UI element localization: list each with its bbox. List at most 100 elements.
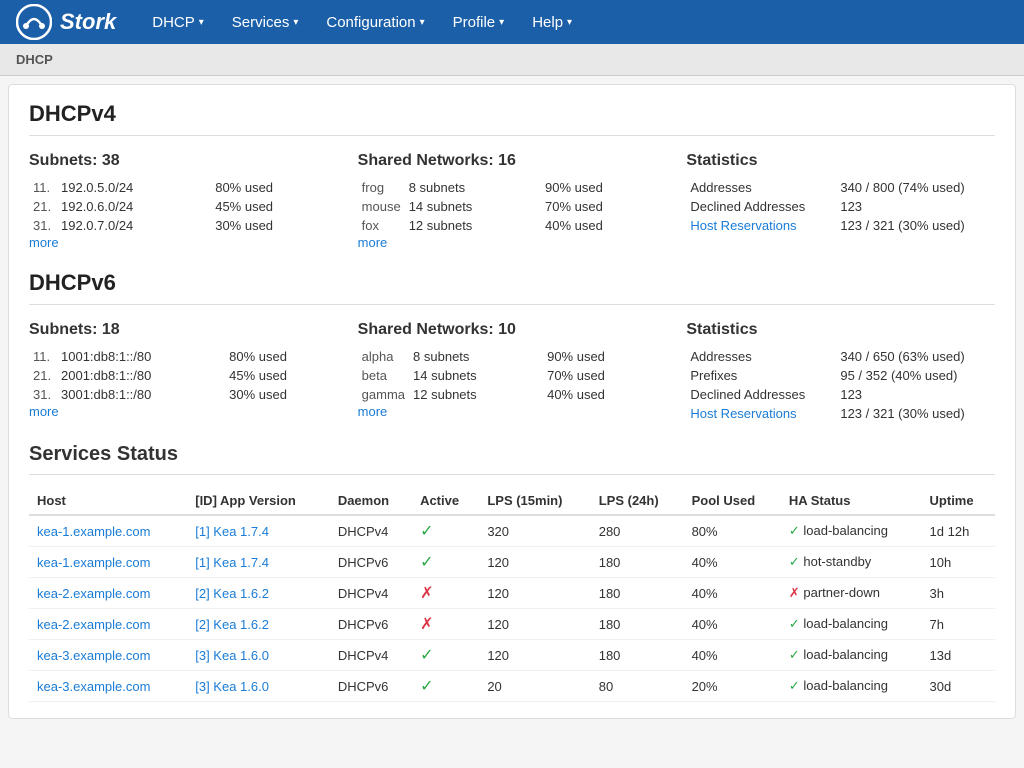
service-app[interactable]: [3] Kea 1.6.0 — [187, 640, 330, 671]
network-name: mouse — [358, 197, 405, 216]
service-lps15: 120 — [479, 609, 590, 640]
service-daemon: DHCPv6 — [330, 671, 412, 702]
service-ha-status: ✗ partner-down — [781, 578, 922, 609]
dhcpv6-title: DHCPv6 — [29, 270, 995, 305]
service-pool: 40% — [684, 609, 781, 640]
column-header: Active — [412, 487, 479, 515]
service-app[interactable]: [2] Kea 1.6.2 — [187, 609, 330, 640]
network-subnets: 14 subnets — [405, 197, 541, 216]
service-ha-status: ✓ load-balancing — [781, 671, 922, 702]
stat-name[interactable]: Host Reservations — [686, 404, 836, 423]
help-chevron-icon: ▾ — [567, 17, 572, 28]
service-host[interactable]: kea-3.example.com — [29, 671, 187, 702]
service-app[interactable]: [2] Kea 1.6.2 — [187, 578, 330, 609]
service-host[interactable]: kea-2.example.com — [29, 609, 187, 640]
table-row: Addresses340 / 800 (74% used) — [686, 178, 995, 197]
column-header: Pool Used — [684, 487, 781, 515]
table-row: fox12 subnets40% used — [358, 216, 667, 235]
service-host[interactable]: kea-1.example.com — [29, 547, 187, 578]
dhcpv6-subnets-more[interactable]: more — [29, 404, 338, 419]
stat-name: Addresses — [686, 347, 836, 366]
active-check-icon: ✓ — [420, 647, 433, 664]
service-lps24: 280 — [591, 515, 684, 547]
stat-name: Declined Addresses — [686, 385, 836, 404]
nav-menu: DHCP ▾ Services ▾ Configuration ▾ Profil… — [140, 6, 584, 39]
service-host[interactable]: kea-3.example.com — [29, 640, 187, 671]
service-active: ✗ — [412, 609, 479, 640]
table-row: 21.2001:db8:1::/8045% used — [29, 366, 338, 385]
nav-profile[interactable]: Profile ▾ — [441, 6, 517, 39]
services-chevron-icon: ▾ — [293, 17, 298, 28]
service-uptime: 1d 12h — [922, 515, 995, 547]
service-pool: 80% — [684, 515, 781, 547]
stat-name: Addresses — [686, 178, 836, 197]
dhcpv4-subnets-table: 11.192.0.5.0/2480% used21.192.0.6.0/2445… — [29, 178, 338, 235]
dhcpv6-stats-col: Statistics Addresses340 / 650 (63% used)… — [686, 321, 995, 423]
service-app[interactable]: [3] Kea 1.6.0 — [187, 671, 330, 702]
service-host[interactable]: kea-1.example.com — [29, 515, 187, 547]
network-subnets: 8 subnets — [409, 347, 543, 366]
services-section: Services Status Host[ID] App VersionDaem… — [29, 443, 995, 702]
network-usage: 40% used — [541, 216, 666, 235]
stat-value: 123 — [836, 385, 995, 404]
active-check-icon: ✓ — [420, 554, 433, 571]
service-daemon: DHCPv4 — [330, 640, 412, 671]
stat-value: 95 / 352 (40% used) — [836, 366, 995, 385]
dhcp-chevron-icon: ▾ — [199, 17, 204, 28]
ha-ok-icon: ✓ — [789, 647, 800, 662]
subnet-address: 192.0.5.0/24 — [57, 178, 211, 197]
service-pool: 40% — [684, 547, 781, 578]
dhcpv6-section: DHCPv6 Subnets: 18 11.1001:db8:1::/8080%… — [29, 270, 995, 423]
dhcpv4-stats-title: Statistics — [686, 152, 995, 170]
stat-name[interactable]: Host Reservations — [686, 216, 836, 235]
service-ha-status: ✓ load-balancing — [781, 515, 922, 547]
active-check-icon: ✓ — [420, 678, 433, 695]
service-lps24: 180 — [591, 547, 684, 578]
dhcpv4-subnets-more[interactable]: more — [29, 235, 338, 250]
dhcpv6-columns: Subnets: 18 11.1001:db8:1::/8080% used21… — [29, 321, 995, 423]
service-pool: 40% — [684, 578, 781, 609]
breadcrumb: DHCP — [0, 44, 1024, 76]
dhcpv6-networks-table: alpha8 subnets90% usedbeta14 subnets70% … — [358, 347, 667, 404]
service-uptime: 30d — [922, 671, 995, 702]
service-daemon: DHCPv4 — [330, 578, 412, 609]
table-row: kea-2.example.com [2] Kea 1.6.2 DHCPv6 ✗… — [29, 609, 995, 640]
dhcpv4-networks-more[interactable]: more — [358, 235, 667, 250]
nav-services[interactable]: Services ▾ — [220, 6, 311, 39]
table-row: 11.192.0.5.0/2480% used — [29, 178, 338, 197]
nav-dhcp[interactable]: DHCP ▾ — [140, 6, 216, 39]
service-lps24: 180 — [591, 609, 684, 640]
subnet-id: 11. — [29, 178, 57, 197]
service-host[interactable]: kea-2.example.com — [29, 578, 187, 609]
service-lps15: 20 — [479, 671, 590, 702]
nav-help[interactable]: Help ▾ — [520, 6, 584, 39]
subnet-usage: 30% used — [225, 385, 338, 404]
table-row: kea-3.example.com [3] Kea 1.6.0 DHCPv4 ✓… — [29, 640, 995, 671]
stat-value: 123 / 321 (30% used) — [836, 216, 995, 235]
network-name: frog — [358, 178, 405, 197]
service-ha-status: ✓ load-balancing — [781, 640, 922, 671]
subnet-id: 21. — [29, 197, 57, 216]
service-lps15: 120 — [479, 640, 590, 671]
subnet-address: 2001:db8:1::/80 — [57, 366, 225, 385]
network-subnets: 14 subnets — [409, 366, 543, 385]
table-row: kea-1.example.com [1] Kea 1.7.4 DHCPv6 ✓… — [29, 547, 995, 578]
dhcpv6-networks-more[interactable]: more — [358, 404, 667, 419]
column-header: LPS (15min) — [479, 487, 590, 515]
dhcpv6-networks-col: Shared Networks: 10 alpha8 subnets90% us… — [358, 321, 667, 423]
table-row: beta14 subnets70% used — [358, 366, 667, 385]
network-name: beta — [358, 366, 409, 385]
column-header: LPS (24h) — [591, 487, 684, 515]
dhcpv6-stats-title: Statistics — [686, 321, 995, 339]
nav-configuration[interactable]: Configuration ▾ — [314, 6, 436, 39]
logo: Stork — [16, 4, 116, 40]
table-row: Declined Addresses123 — [686, 385, 995, 404]
service-app[interactable]: [1] Kea 1.7.4 — [187, 547, 330, 578]
service-app[interactable]: [1] Kea 1.7.4 — [187, 515, 330, 547]
network-usage: 40% used — [543, 385, 666, 404]
table-row: 11.1001:db8:1::/8080% used — [29, 347, 338, 366]
subnet-usage: 30% used — [211, 216, 337, 235]
network-subnets: 12 subnets — [409, 385, 543, 404]
column-header: Daemon — [330, 487, 412, 515]
dhcpv4-subnets-title: Subnets: 38 — [29, 152, 338, 170]
